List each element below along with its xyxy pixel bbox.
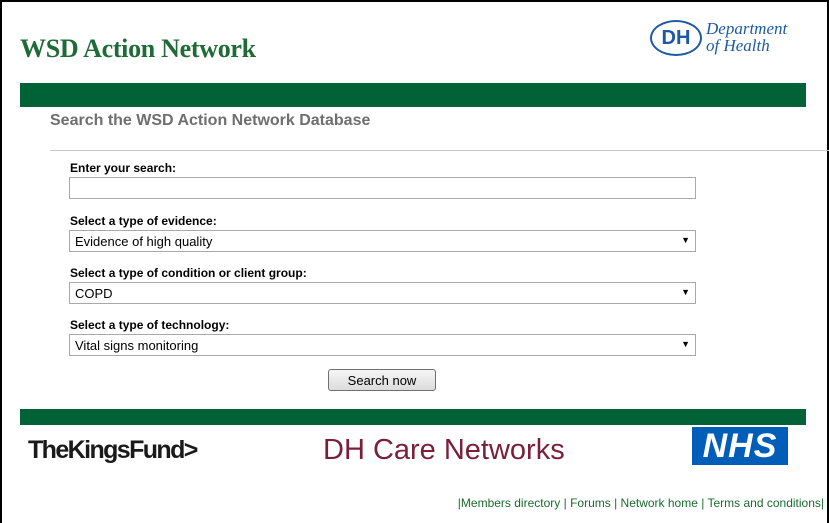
dh-care-networks-logo: DH Care Networks — [323, 434, 565, 466]
evidence-select[interactable]: Evidence of high quality ▼ — [69, 230, 696, 252]
footer-green-bar — [20, 409, 806, 425]
search-heading: Search the WSD Action Network Database — [50, 112, 371, 129]
dropdown-arrow-icon: ▼ — [681, 287, 690, 297]
condition-label: Select a type of condition or client gro… — [70, 266, 307, 280]
dh-logo-text: Department of Health — [706, 20, 787, 54]
footer-links: |Members directory | Forums | Network ho… — [457, 496, 824, 510]
department-of-health-logo: DH Department of Health — [650, 14, 810, 70]
site-title: WSD Action Network — [20, 34, 256, 63]
search-input[interactable] — [69, 177, 696, 199]
header-green-bar — [20, 83, 806, 107]
dh-logo-line2: of Health — [706, 36, 770, 55]
search-label: Enter your search: — [70, 161, 177, 175]
kings-fund-logo: TheKingsFund> — [28, 436, 198, 464]
terms-and-conditions-link[interactable]: Terms and conditions — [707, 496, 820, 510]
evidence-select-value: Evidence of high quality — [75, 234, 213, 249]
dropdown-arrow-icon: ▼ — [681, 339, 690, 349]
dh-badge: DH — [650, 20, 702, 56]
technology-select-value: Vital signs monitoring — [75, 338, 199, 353]
search-now-button[interactable]: Search now — [328, 369, 436, 391]
evidence-label: Select a type of evidence: — [70, 214, 217, 228]
nhs-logo: NHS — [692, 427, 788, 465]
condition-select[interactable]: COPD ▼ — [69, 282, 696, 304]
technology-label: Select a type of technology: — [70, 318, 230, 332]
forums-link[interactable]: Forums — [570, 496, 611, 510]
members-directory-link[interactable]: Members directory — [461, 496, 560, 510]
condition-select-value: COPD — [75, 286, 113, 301]
network-home-link[interactable]: Network home — [621, 496, 698, 510]
dh-logo-line1: Department — [706, 19, 788, 38]
heading-divider — [50, 150, 829, 151]
technology-select[interactable]: Vital signs monitoring ▼ — [69, 334, 696, 356]
dropdown-arrow-icon: ▼ — [681, 235, 690, 245]
